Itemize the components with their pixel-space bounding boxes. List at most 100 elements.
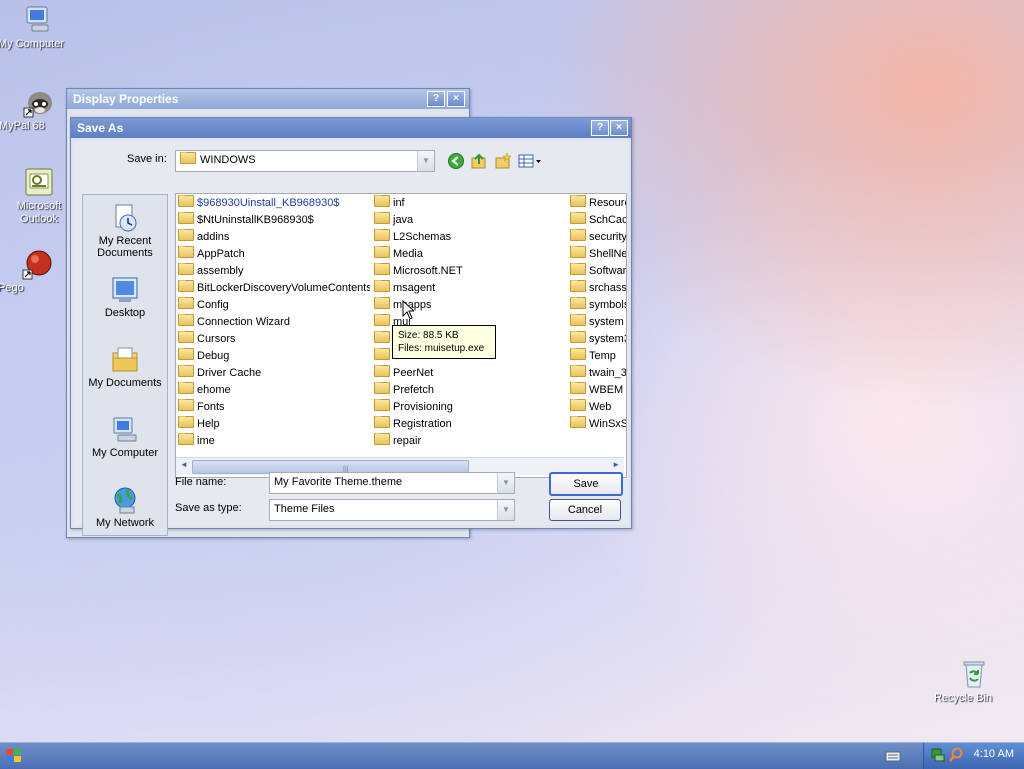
folder-item[interactable]: inf — [374, 195, 566, 212]
folder-name: Registration — [393, 418, 452, 430]
folder-item[interactable]: msagent — [374, 280, 566, 297]
folder-item[interactable]: AppPatch — [178, 246, 370, 263]
dialog-title: Save As — [77, 121, 124, 135]
folder-item[interactable]: srchasst — [570, 280, 626, 297]
place-label: My Documents — [88, 377, 162, 389]
cancel-button[interactable]: Cancel — [549, 499, 621, 521]
folder-name: Cursors — [197, 333, 236, 345]
up-folder-icon[interactable] — [470, 152, 488, 170]
folder-item[interactable]: WBEM — [570, 382, 626, 399]
folder-item[interactable]: Fonts — [178, 399, 370, 416]
folder-item[interactable]: SchCache — [570, 212, 626, 229]
folder-icon — [178, 331, 194, 343]
folder-name: $968930Uinstall_KB968930$ — [197, 197, 340, 209]
folder-item[interactable]: WinSxS — [570, 416, 626, 433]
folder-item[interactable]: Cursors — [178, 331, 370, 348]
folder-item[interactable]: twain_32 — [570, 365, 626, 382]
save-button[interactable]: Save — [549, 472, 623, 496]
close-button[interactable]: × — [610, 120, 628, 136]
place-my-documents[interactable]: My Documents — [83, 345, 167, 389]
back-icon[interactable] — [447, 152, 465, 170]
desktop-icon-recycle-bin[interactable]: Recycle Bin — [934, 658, 1014, 704]
place-my-computer[interactable]: My Computer — [83, 415, 167, 459]
my-network-icon — [114, 487, 136, 514]
folder-name: SchCache — [589, 214, 626, 226]
file-name-input[interactable]: My Favorite Theme.theme ▼ — [269, 472, 515, 494]
folder-item[interactable]: addins — [178, 229, 370, 246]
search-tray-icon[interactable] — [948, 747, 964, 763]
folder-item[interactable]: system32 — [570, 331, 626, 348]
folder-icon — [178, 246, 194, 258]
view-menu-icon[interactable] — [518, 152, 542, 170]
folder-item[interactable]: system — [570, 314, 626, 331]
folder-item[interactable]: assembly — [178, 263, 370, 280]
folder-item[interactable]: Driver Cache — [178, 365, 370, 382]
folder-name: L2Schemas — [393, 231, 452, 243]
folder-name: Provisioning — [393, 401, 453, 413]
help-button[interactable]: ? — [427, 91, 445, 107]
folder-item[interactable]: Provisioning — [374, 399, 566, 416]
close-button[interactable]: × — [447, 91, 465, 107]
desktop-icon-my-computer[interactable]: My Computer — [0, 4, 78, 50]
folder-name: WinSxS — [589, 418, 626, 430]
new-folder-icon[interactable] — [494, 152, 512, 170]
place-desktop[interactable]: Desktop — [83, 275, 167, 319]
save-in-dropdown[interactable]: WINDOWS ▼ — [175, 150, 435, 172]
start-icon[interactable] — [4, 747, 24, 765]
save-as-type-dropdown[interactable]: Theme Files ▼ — [269, 499, 515, 521]
folder-icon — [178, 348, 194, 360]
folder-item[interactable]: PeerNet — [374, 365, 566, 382]
help-button[interactable]: ? — [591, 120, 609, 136]
my-documents-icon — [112, 347, 138, 372]
folder-item[interactable]: Connection Wizard — [178, 314, 370, 331]
folder-item[interactable]: security — [570, 229, 626, 246]
folder-item[interactable]: Temp — [570, 348, 626, 365]
folder-item[interactable]: ehome — [178, 382, 370, 399]
folder-icon — [570, 246, 586, 258]
place-recent-documents[interactable]: My Recent Documents — [83, 203, 167, 259]
folder-item[interactable]: Media — [374, 246, 566, 263]
folder-icon — [374, 195, 390, 207]
tooltip-files: Files: muisetup.exe — [398, 343, 485, 354]
desktop-icon-label: Pego — [0, 282, 24, 294]
folder-item[interactable]: ShellNew — [570, 246, 626, 263]
scroll-left-icon[interactable]: ◄ — [180, 460, 188, 469]
folder-item[interactable]: Microsoft.NET — [374, 263, 566, 280]
folder-item[interactable]: $968930Uinstall_KB968930$ — [178, 195, 370, 212]
folder-name: twain_32 — [589, 367, 626, 379]
folder-name: Connection Wizard — [197, 316, 290, 328]
folder-item[interactable]: java — [374, 212, 566, 229]
chevron-down-icon[interactable]: ▼ — [417, 151, 434, 171]
keyboard-icon[interactable] — [885, 749, 901, 763]
network-tray-icon[interactable] — [930, 747, 946, 763]
folder-name: Microsoft.NET — [393, 265, 463, 277]
folder-icon — [374, 212, 390, 224]
folder-item[interactable]: Registration — [374, 416, 566, 433]
folder-item[interactable]: Config — [178, 297, 370, 314]
folder-item[interactable]: symbols — [570, 297, 626, 314]
chevron-down-icon[interactable]: ▼ — [497, 473, 514, 493]
folder-item[interactable]: Help — [178, 416, 370, 433]
folder-item[interactable]: ime — [178, 433, 370, 450]
file-name-label: File name: — [175, 476, 227, 488]
folder-name: addins — [197, 231, 230, 243]
folder-item[interactable]: Prefetch — [374, 382, 566, 399]
chevron-down-icon[interactable]: ▼ — [497, 500, 514, 520]
folder-item[interactable]: SoftwareDistribution — [570, 263, 626, 280]
folder-name: Debug — [197, 350, 230, 362]
save-as-titlebar[interactable]: Save As ? × — [71, 118, 631, 138]
folder-item[interactable]: BitLockerDiscoveryVolumeContents — [178, 280, 370, 297]
folder-item[interactable]: Debug — [178, 348, 370, 365]
folder-item[interactable]: Web — [570, 399, 626, 416]
file-name-value: My Favorite Theme.theme — [274, 476, 403, 488]
folder-item[interactable]: Resources — [570, 195, 626, 212]
scroll-right-icon[interactable]: ► — [612, 460, 620, 469]
save-in-value: WINDOWS — [200, 154, 256, 166]
folder-item[interactable]: L2Schemas — [374, 229, 566, 246]
save-as-type-label: Save as type: — [175, 502, 242, 514]
folder-item[interactable]: repair — [374, 433, 566, 450]
place-my-network[interactable]: My Network — [83, 485, 167, 529]
taskbar: 4:10 AM — [0, 742, 1024, 769]
folder-item[interactable]: $NtUninstallKB968930$ — [178, 212, 370, 229]
display-properties-titlebar[interactable]: Display Properties ? × — [67, 89, 469, 109]
